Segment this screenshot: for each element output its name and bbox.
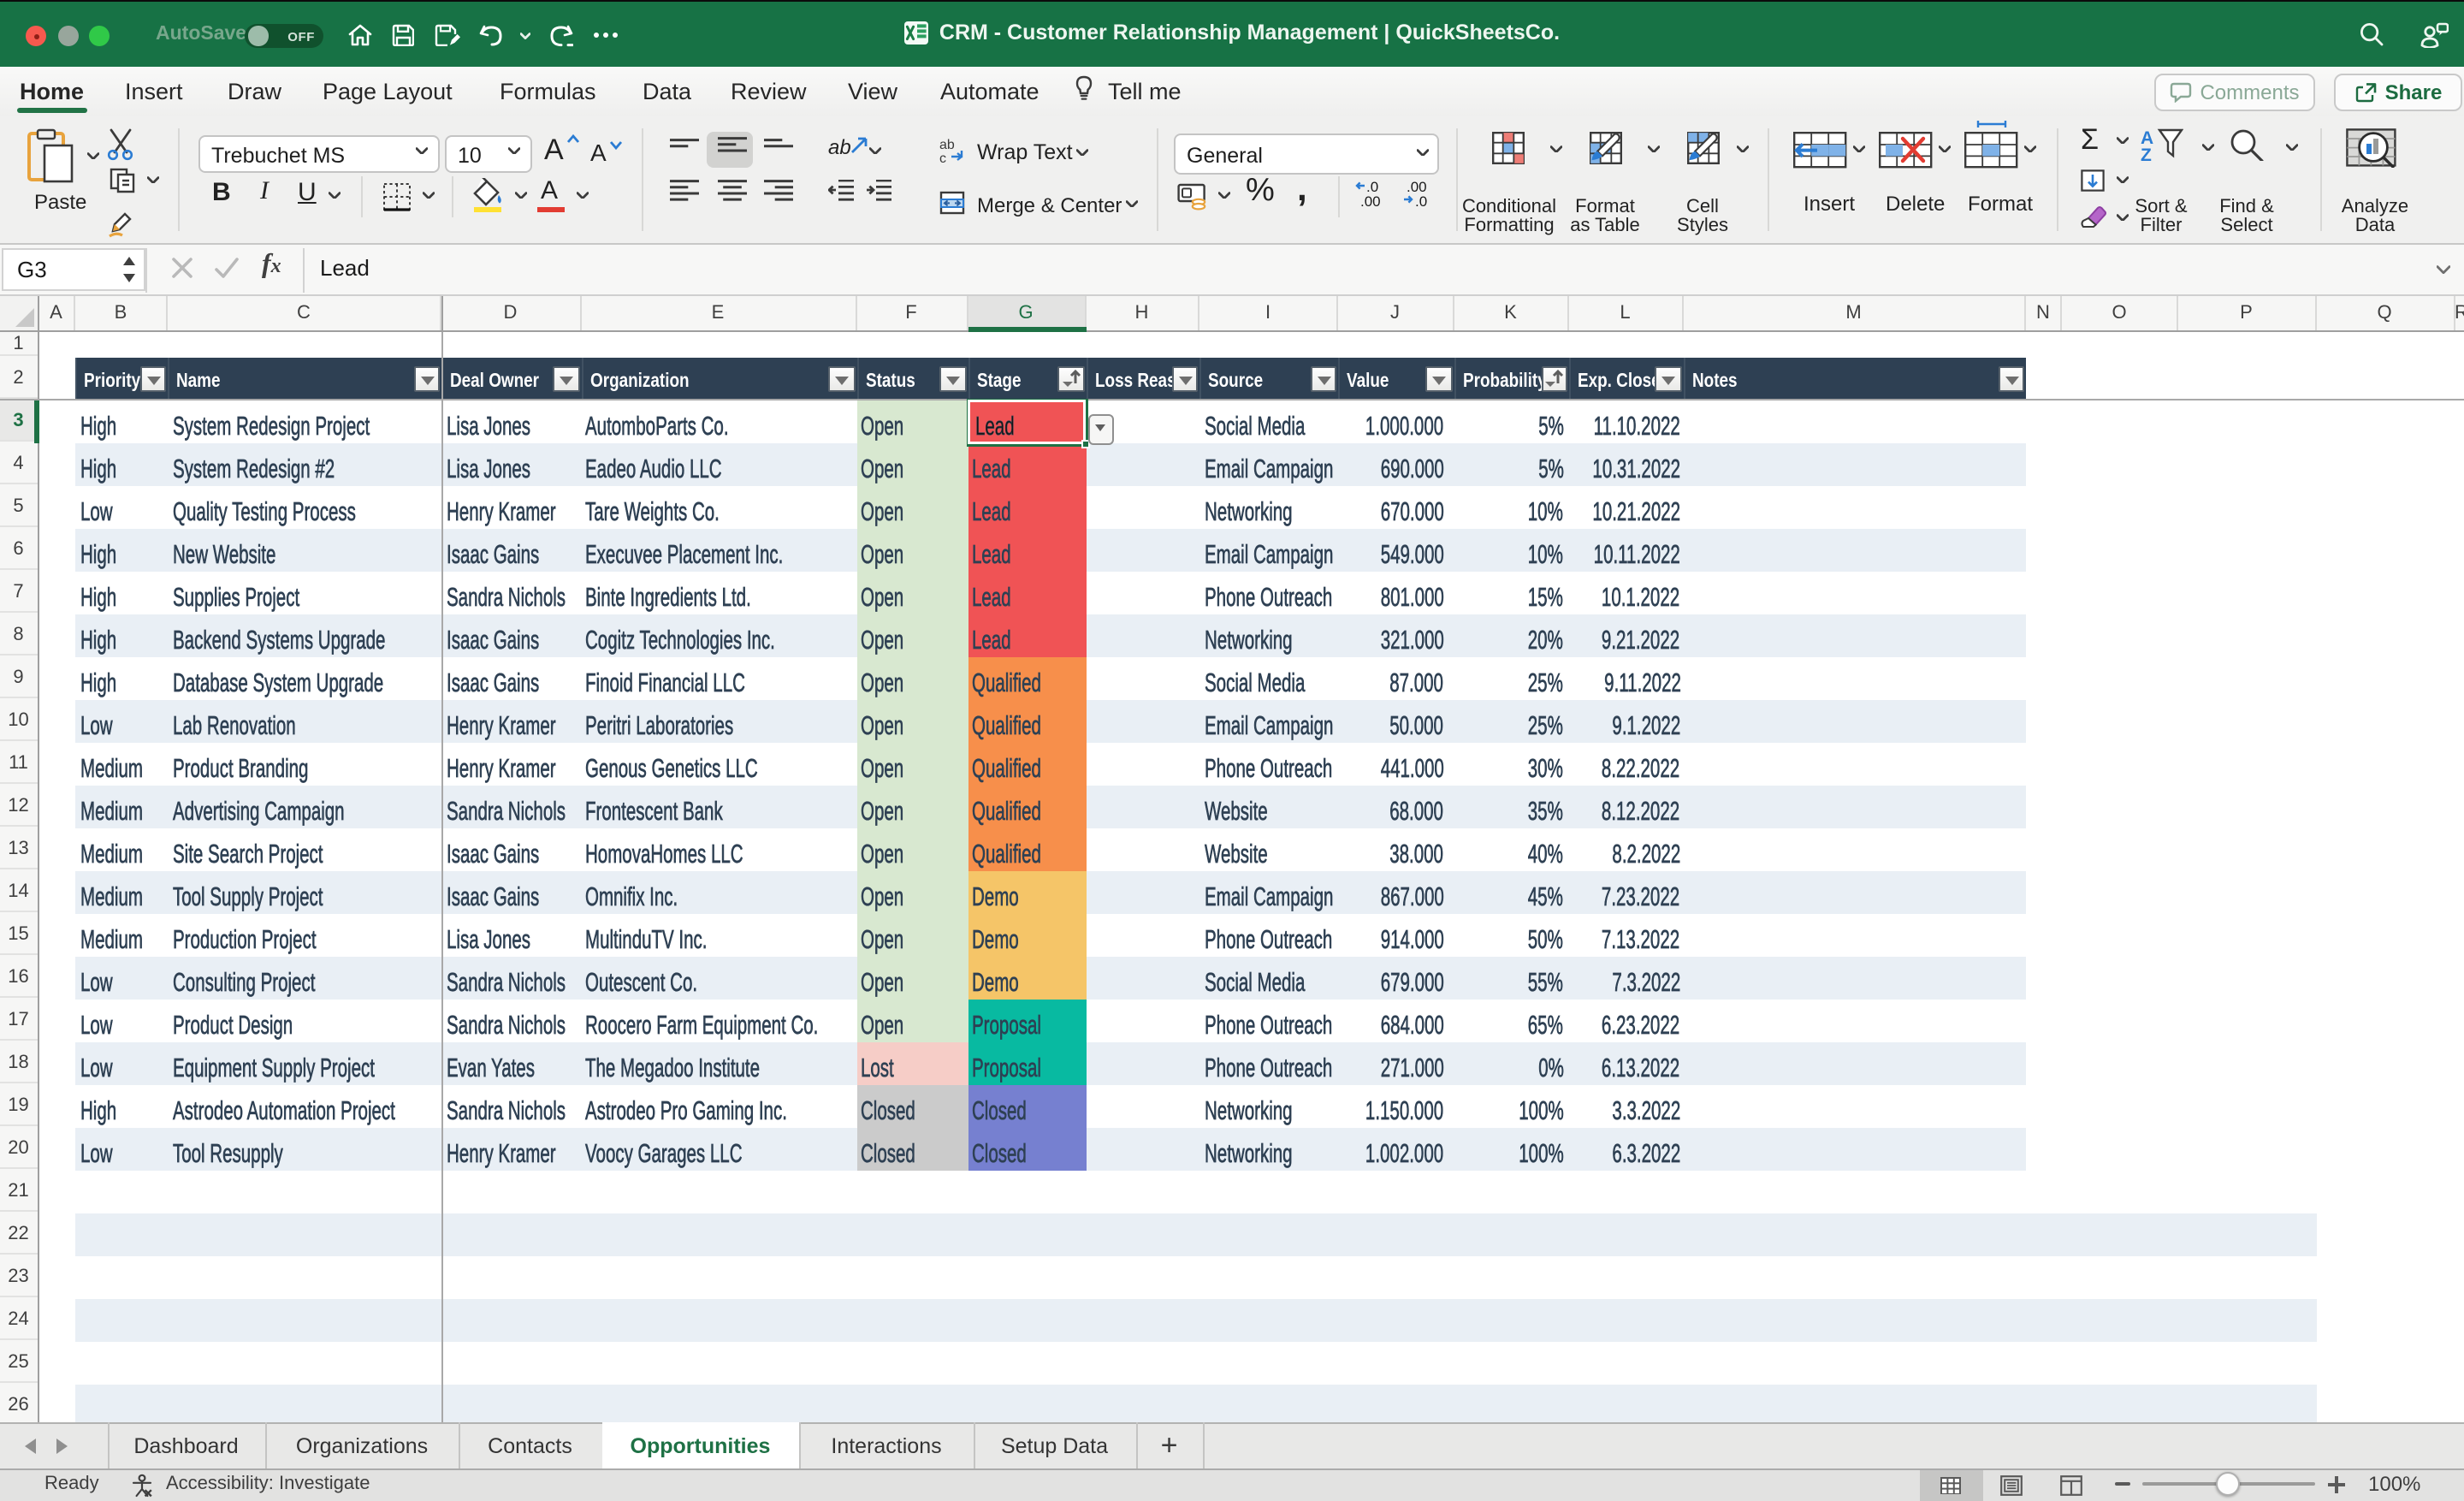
svg-text:.00: .00: [1360, 193, 1381, 209]
svg-text:.0: .0: [1415, 193, 1427, 209]
svg-text:ab: ab: [939, 138, 955, 152]
svg-text:Z: Z: [2141, 145, 2152, 161]
svg-text:c: c: [939, 151, 946, 163]
